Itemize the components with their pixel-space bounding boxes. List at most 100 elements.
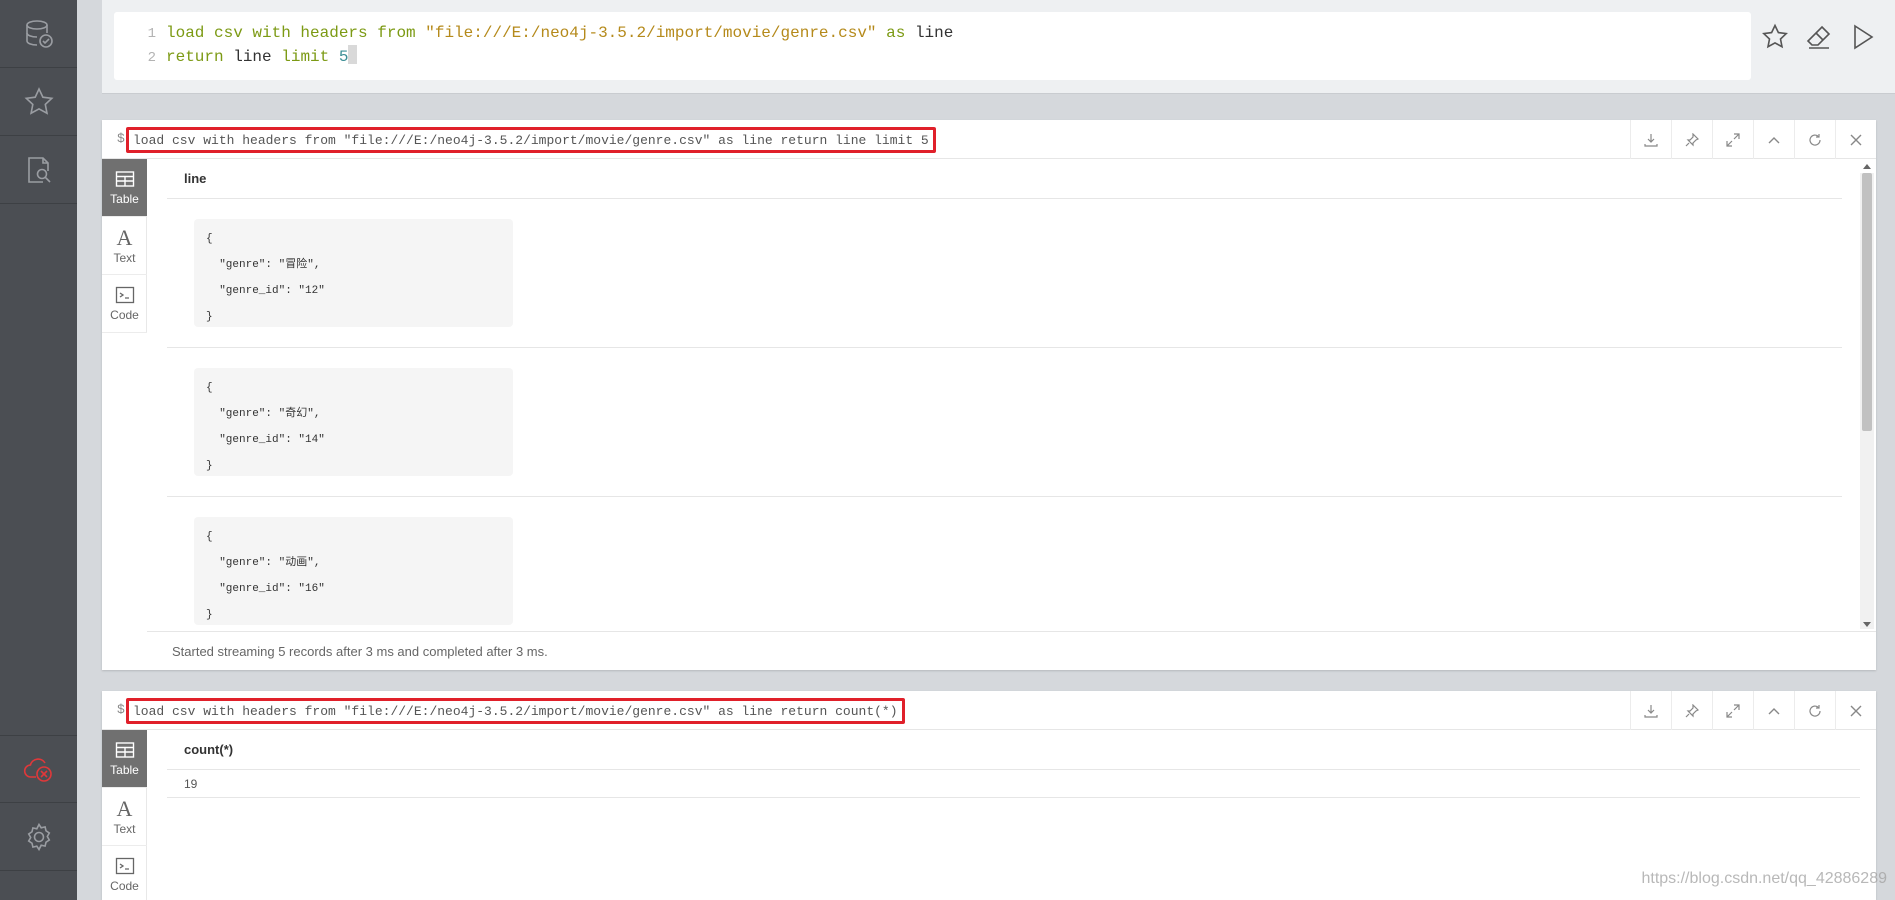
expand-icon — [1726, 132, 1740, 147]
sidebar-documents-button[interactable] — [0, 136, 77, 204]
code-token-variable: line — [233, 48, 272, 66]
line-number: 1 — [147, 26, 156, 42]
document-search-icon — [27, 156, 51, 183]
table-cell[interactable]: 19 — [167, 770, 1860, 798]
json-line: } — [206, 609, 213, 621]
editor-line[interactable]: 2 return line limit 5 — [114, 45, 358, 68]
frame-toolbar — [1630, 120, 1876, 159]
editor-line[interactable]: 1 load csv with headers from "file:///E:/… — [114, 22, 954, 45]
scroll-up-arrow[interactable] — [1863, 164, 1871, 169]
tab-table[interactable]: Table — [102, 730, 147, 788]
help-icon — [23, 889, 55, 900]
download-icon — [1644, 704, 1658, 718]
rerun-icon — [1809, 133, 1821, 146]
rerun-button[interactable] — [1794, 691, 1835, 730]
line-number: 2 — [147, 50, 156, 66]
close-button[interactable] — [1835, 691, 1876, 730]
tab-code[interactable]: Code — [102, 275, 147, 333]
collapse-button[interactable] — [1753, 120, 1794, 159]
json-line: "genre": "动画", — [206, 557, 321, 569]
play-icon — [1854, 24, 1874, 50]
json-line: { — [206, 233, 213, 245]
result-table: line { "genre": "冒险", "genre_id": "12" }… — [167, 159, 1842, 631]
text-cursor — [348, 45, 358, 64]
tab-label: Text — [113, 821, 136, 836]
download-icon — [1644, 133, 1658, 147]
sidebar-settings-button[interactable] — [0, 803, 77, 871]
close-icon — [1850, 705, 1862, 716]
clear-editor-button[interactable] — [1804, 20, 1834, 54]
pin-button[interactable] — [1671, 691, 1712, 730]
close-icon — [1850, 134, 1862, 145]
star-icon — [1762, 23, 1788, 49]
collapse-button[interactable] — [1753, 691, 1794, 730]
tab-label: Code — [110, 308, 139, 322]
scroll-thumb[interactable] — [1862, 173, 1872, 431]
json-cell[interactable]: { "genre": "动画", "genre_id": "16" } — [194, 517, 513, 625]
json-line: { — [206, 531, 213, 543]
sidebar-favorites-button[interactable] — [0, 68, 77, 136]
collapse-icon — [1768, 136, 1780, 143]
status-bar: Started streaming 5 records after 3 ms a… — [147, 631, 1876, 670]
tab-label: Table — [110, 192, 139, 206]
json-line: "genre_id": "16" — [206, 583, 325, 595]
json-line: "genre_id": "12" — [206, 285, 325, 297]
text-icon: A — [116, 224, 133, 250]
download-button[interactable] — [1630, 120, 1671, 159]
sidebar — [0, 0, 77, 900]
close-button[interactable] — [1835, 120, 1876, 159]
tab-table[interactable]: Table — [102, 159, 147, 217]
column-header: line — [167, 159, 1842, 199]
table-row: { "genre": "冒险", "genre_id": "12" } — [167, 199, 1842, 348]
table-row: { "genre": "动画", "genre_id": "16" } — [167, 497, 1842, 631]
column-header: count(*) — [167, 730, 1860, 770]
json-cell[interactable]: { "genre": "冒险", "genre_id": "12" } — [194, 219, 513, 327]
rerun-icon — [1809, 704, 1821, 717]
tab-text[interactable]: A Text — [102, 217, 147, 275]
text-icon: A — [116, 795, 133, 821]
json-line: } — [206, 311, 213, 323]
code-token-variable: line — [914, 24, 954, 42]
pin-button[interactable] — [1671, 120, 1712, 159]
code-token-keyword: return — [166, 48, 224, 66]
favorite-button[interactable] — [1760, 20, 1790, 54]
watermark: https://blog.csdn.net/qq_42886289 — [1641, 870, 1887, 887]
sidebar-help-button[interactable] — [0, 871, 77, 900]
database-icon — [25, 19, 53, 48]
json-line: } — [206, 460, 213, 472]
result-frame: $ load csv with headers from "file:///E:… — [102, 120, 1876, 670]
gear-icon — [27, 822, 50, 851]
editor-frame: 1 load csv with headers from "file:///E:/… — [102, 0, 1895, 94]
view-tabs: Table A Text Code — [102, 730, 147, 900]
cloud-disconnected-icon — [23, 758, 52, 782]
json-cell[interactable]: { "genre": "奇幻", "genre_id": "14" } — [194, 368, 513, 476]
frame-header: $ load csv with headers from "file:///E:… — [102, 120, 1876, 159]
tab-label: Table — [110, 763, 139, 777]
frame-toolbar — [1630, 691, 1876, 730]
table-scrollbar[interactable] — [1860, 164, 1874, 629]
prompt-symbol: $ — [117, 702, 125, 717]
result-frame: $ load csv with headers from "file:///E:… — [102, 691, 1876, 900]
run-query-button[interactable] — [1848, 20, 1878, 54]
tab-text[interactable]: A Text — [102, 788, 147, 846]
table-icon — [115, 742, 134, 758]
rerun-button[interactable] — [1794, 120, 1835, 159]
frame-query[interactable]: load csv with headers from "file:///E:/n… — [126, 698, 905, 724]
tab-label: Text — [113, 250, 136, 265]
prompt-symbol: $ — [117, 131, 125, 146]
sidebar-database-button[interactable] — [0, 0, 77, 68]
sidebar-connection-button[interactable] — [0, 735, 77, 803]
expand-button[interactable] — [1712, 691, 1753, 730]
download-button[interactable] — [1630, 691, 1671, 730]
code-token-keyword: load csv with headers from — [166, 24, 416, 42]
table-row: { "genre": "奇幻", "genre_id": "14" } — [167, 348, 1842, 497]
frame-header: $ load csv with headers from "file:///E:… — [102, 691, 1876, 730]
pin-icon — [1685, 132, 1699, 146]
json-line: { — [206, 382, 213, 394]
scroll-down-arrow[interactable] — [1863, 622, 1871, 627]
expand-button[interactable] — [1712, 120, 1753, 159]
frame-query[interactable]: load csv with headers from "file:///E:/n… — [126, 127, 936, 153]
tab-code[interactable]: Code — [102, 846, 147, 900]
star-icon — [24, 86, 54, 115]
cypher-editor[interactable]: 1 load csv with headers from "file:///E:/… — [114, 12, 1751, 80]
